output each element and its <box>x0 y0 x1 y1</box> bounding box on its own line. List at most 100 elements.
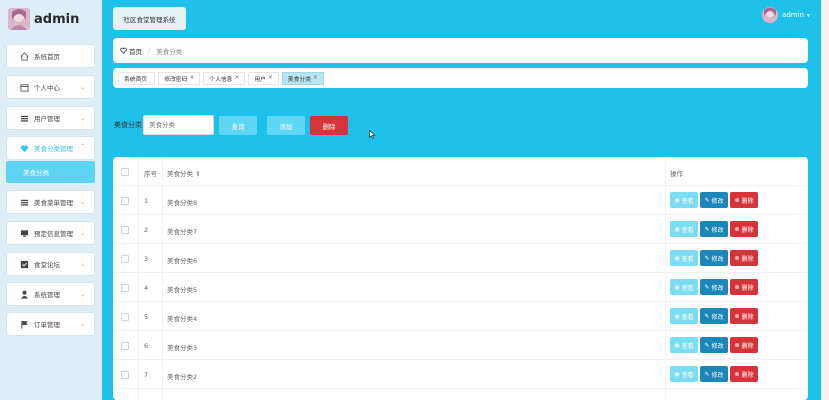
view-button[interactable]: ◉ 查看 <box>670 279 698 295</box>
tag-profile[interactable]: 个人信息 × <box>203 71 246 85</box>
breadcrumb-home[interactable]: 首页 <box>120 46 142 56</box>
sidebar-subitem-label: 美食分类 <box>23 169 49 177</box>
select-all-checkbox[interactable] <box>121 168 129 176</box>
view-button[interactable]: ◉ 查看 <box>670 366 698 382</box>
row-delete-button[interactable]: ⊗ 删除 <box>730 337 758 353</box>
sort-icon[interactable]: ⇕ <box>195 170 200 178</box>
row-checkbox[interactable] <box>121 313 129 321</box>
edit-button[interactable]: ✎ 修改 <box>700 308 728 324</box>
user-icon <box>18 290 30 299</box>
row-category: 美食分类8 <box>167 199 198 207</box>
close-icon[interactable]: × <box>189 75 194 81</box>
row-delete-button[interactable]: ⊗ 删除 <box>730 308 758 324</box>
row-index: 5 <box>144 313 149 321</box>
tag-password[interactable]: 修改密码 × <box>158 71 201 85</box>
view-button[interactable]: ◉ 查看 <box>670 192 698 208</box>
close-icon[interactable]: × <box>313 75 318 81</box>
row-delete-button[interactable]: ⊗ 删除 <box>730 192 758 208</box>
close-circle-icon: ⊗ <box>734 196 740 204</box>
heart-icon <box>18 144 30 153</box>
sidebar-item-label: 用户管理 <box>34 115 60 123</box>
monitor-icon <box>18 229 30 238</box>
row-category: 美食分类4 <box>167 315 198 323</box>
list-icon <box>18 114 30 123</box>
mouse-cursor-icon <box>369 130 376 139</box>
sidebar-item-booking[interactable]: 预定信息管理 ⌄ <box>6 221 95 245</box>
sidebar-item-profile[interactable]: 个人中心 ⌄ <box>6 75 95 99</box>
sidebar-item-food-menu[interactable]: 美食菜单管理 ⌄ <box>6 190 95 214</box>
chevron-down-icon: ⌄ <box>79 84 85 91</box>
sidebar-item-label: 个人中心 <box>34 84 60 92</box>
table-row: 1 美食分类8 ◉ 查看 ✎ 修改 ⊗ 删除 <box>113 186 808 215</box>
row-index: 4 <box>144 284 149 292</box>
table-row: 5 美食分类4 ◉ 查看 ✎ 修改 ⊗ 删除 <box>113 302 808 331</box>
sidebar-subitem-food-category[interactable]: 美食分类 <box>6 161 95 183</box>
sidebar-item-home[interactable]: 系统首页 <box>6 44 95 68</box>
row-checkbox[interactable] <box>121 371 129 379</box>
row-category: 美食分类3 <box>167 344 198 352</box>
sidebar: admin 系统首页 个人中心 ⌄ 用户管理 ⌄ 美食分类管理 ⌃ 美食分类 美… <box>0 0 102 400</box>
sidebar-item-forum[interactable]: 食堂论坛 ⌄ <box>6 252 95 276</box>
checkbox-icon <box>18 260 30 269</box>
edit-button[interactable]: ✎ 修改 <box>700 366 728 382</box>
pencil-icon: ✎ <box>704 196 710 204</box>
eye-icon: ◉ <box>674 283 680 291</box>
row-index: 7 <box>144 371 149 379</box>
calendar-icon <box>18 83 30 92</box>
tag-food-category[interactable]: 美食分类 × <box>281 71 324 85</box>
table-row: 7 美食分类2 ◉ 查看 ✎ 修改 ⊗ 删除 <box>113 360 808 389</box>
close-icon[interactable]: × <box>268 75 273 81</box>
search-button[interactable]: 查询 <box>219 116 257 135</box>
edit-button[interactable]: ✎ 修改 <box>700 192 728 208</box>
delete-button[interactable]: 删除 <box>310 116 348 135</box>
row-delete-button[interactable]: ⊗ 删除 <box>730 366 758 382</box>
user-menu[interactable]: admin ▾ <box>762 7 810 23</box>
row-checkbox[interactable] <box>121 226 129 234</box>
row-delete-button[interactable]: ⊗ 删除 <box>730 250 758 266</box>
header-category[interactable]: 美食分类 ⇕ <box>167 168 201 178</box>
sidebar-item-label: 美食分类管理 <box>34 145 73 153</box>
search-input[interactable] <box>143 115 214 135</box>
view-button[interactable]: ◉ 查看 <box>670 250 698 266</box>
close-circle-icon: ⊗ <box>734 312 740 320</box>
view-button[interactable]: ◉ 查看 <box>670 337 698 353</box>
sidebar-item-food-category[interactable]: 美食分类管理 ⌃ <box>6 136 95 160</box>
row-checkbox[interactable] <box>121 197 129 205</box>
sidebar-item-label: 美食菜单管理 <box>34 199 73 207</box>
tag-users[interactable]: 用户 × <box>248 71 279 85</box>
edit-button[interactable]: ✎ 修改 <box>700 221 728 237</box>
brand: admin <box>8 8 79 30</box>
edit-button[interactable]: ✎ 修改 <box>700 279 728 295</box>
scrollbar-track[interactable] <box>821 0 829 400</box>
view-button[interactable]: ◉ 查看 <box>670 308 698 324</box>
view-button[interactable]: ◉ 查看 <box>670 221 698 237</box>
row-category: 美食分类6 <box>167 257 198 265</box>
row-checkbox[interactable] <box>121 255 129 263</box>
table-row: 2 美食分类7 ◉ 查看 ✎ 修改 ⊗ 删除 <box>113 215 808 244</box>
row-delete-button[interactable]: ⊗ 删除 <box>730 279 758 295</box>
close-icon[interactable]: × <box>234 75 239 81</box>
sidebar-item-orders[interactable]: 订单管理 ⌄ <box>6 312 95 336</box>
home-icon <box>18 51 30 61</box>
sidebar-item-system[interactable]: 系统管理 ⌄ <box>6 282 95 306</box>
sidebar-item-label: 订单管理 <box>34 321 60 329</box>
edit-button[interactable]: ✎ 修改 <box>700 250 728 266</box>
eye-icon: ◉ <box>674 370 680 378</box>
list-icon <box>18 198 30 207</box>
breadcrumb-separator: / <box>148 46 151 55</box>
tag-home[interactable]: 系统首页 <box>118 71 156 85</box>
sidebar-item-users[interactable]: 用户管理 ⌄ <box>6 106 95 130</box>
add-button[interactable]: 添加 <box>267 116 305 135</box>
sidebar-item-label: 食堂论坛 <box>34 261 60 269</box>
table-row: 4 美食分类5 ◉ 查看 ✎ 修改 ⊗ 删除 <box>113 273 808 302</box>
system-title: 社区食堂管理系统 <box>113 7 186 30</box>
header-index: 序号 <box>144 170 157 178</box>
row-delete-button[interactable]: ⊗ 删除 <box>730 221 758 237</box>
chevron-down-icon: ⌄ <box>79 230 85 237</box>
edit-button[interactable]: ✎ 修改 <box>700 337 728 353</box>
row-checkbox[interactable] <box>121 342 129 350</box>
eye-icon: ◉ <box>674 254 680 262</box>
eye-icon: ◉ <box>674 312 680 320</box>
row-checkbox[interactable] <box>121 284 129 292</box>
row-index: 1 <box>144 197 149 205</box>
